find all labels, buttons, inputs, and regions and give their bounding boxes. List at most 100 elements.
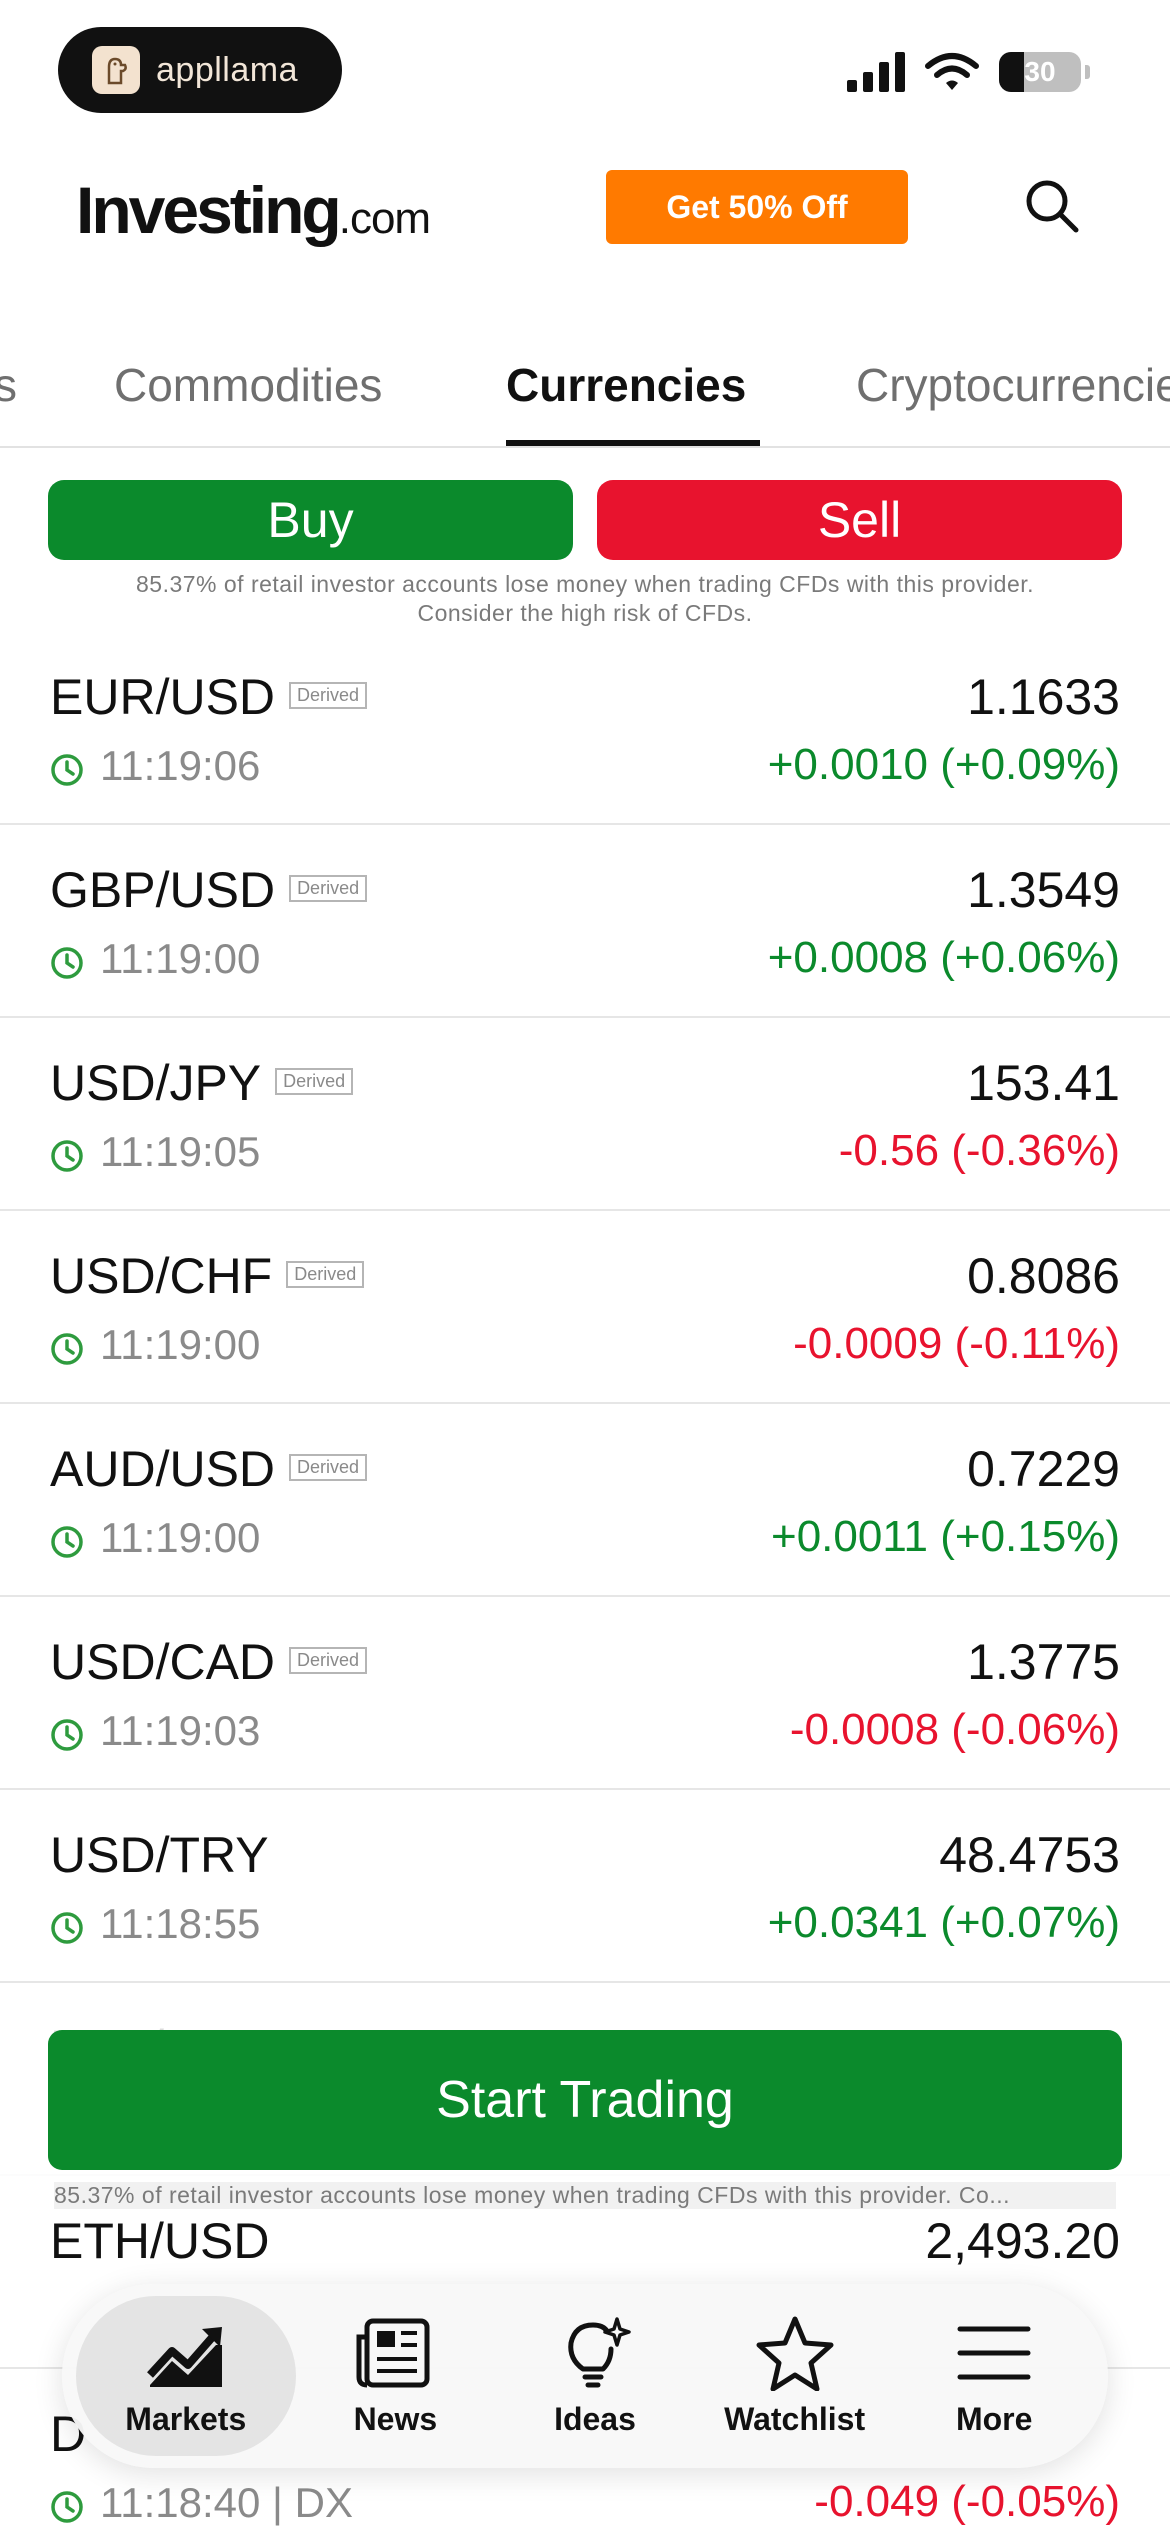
- quote-symbol: USD/CAD Derived: [50, 1633, 368, 1691]
- derived-badge: Derived: [275, 1068, 354, 1096]
- sell-button[interactable]: Sell: [597, 480, 1122, 560]
- markets-chart-icon: [146, 2326, 222, 2387]
- quote-time: 11:18:55: [50, 1900, 260, 1948]
- quote-price: 0.8086: [967, 1248, 1120, 1304]
- derived-badge: Derived: [289, 682, 368, 710]
- quote-time: 11:19:00: [50, 935, 260, 983]
- quote-time: 11:19:00: [50, 1514, 260, 1562]
- quote-price: 2,493.20: [925, 2213, 1120, 2269]
- quote-change: -0.0008 (-0.06%): [789, 1705, 1120, 1754]
- table-row[interactable]: USD/JPY Derived 11:19:05 153.41 -0.56 (-0.36…: [0, 1018, 1170, 1211]
- quote-time: 11:19:03: [50, 1707, 260, 1755]
- nav-watchlist[interactable]: Watchlist: [695, 2296, 895, 2456]
- llama-icon: [92, 46, 140, 94]
- table-row[interactable]: USD/CHF Derived 11:19:00 0.8086 -0.0009 (-0.…: [0, 1211, 1170, 1404]
- quote-change: +0.0008 (+0.06%): [767, 933, 1120, 982]
- quote-time-text: 11:19:06: [100, 742, 261, 789]
- star-icon: [756, 2316, 834, 2391]
- logo-suffix-text: .com: [338, 194, 431, 243]
- nav-ideas-label: Ideas: [554, 2400, 636, 2437]
- quote-time-text: 11:19:00: [100, 1514, 261, 1561]
- currency-quote-list: EUR/USD Derived 11:19:06 1.1633 +0.0010 (+0.…: [0, 632, 1170, 2532]
- quote-symbol: AUD/USD Derived: [50, 1440, 368, 1498]
- quote-change: +0.0341 (+0.07%): [767, 1898, 1120, 1947]
- active-tab-indicator: [506, 440, 760, 446]
- search-icon[interactable]: [1020, 174, 1084, 238]
- wifi-icon: [925, 53, 979, 90]
- quote-change: +0.0011 (+0.15%): [771, 1512, 1120, 1561]
- quote-price: 48.4753: [939, 1827, 1120, 1883]
- app-header: Investing.com Get 50% Off: [0, 160, 1170, 260]
- clock-icon: [50, 1714, 84, 1751]
- table-row[interactable]: EUR/USD Derived 11:19:06 1.1633 +0.0010 (+0.…: [0, 632, 1170, 825]
- lightbulb-icon: [568, 2316, 631, 2387]
- risk-disclaimer-line1: 85.37% of retail investor accounts lose …: [135, 571, 1035, 597]
- buy-button[interactable]: Buy: [48, 480, 573, 560]
- investing-logo[interactable]: Investing.com: [76, 172, 431, 248]
- risk-disclaimer: 85.37% of retail investor accounts lose …: [48, 570, 1122, 628]
- quote-symbol-text: USD/TRY: [50, 1827, 269, 1883]
- tab-commodities[interactable]: Commodities: [114, 358, 382, 412]
- quote-symbol: USD/JPY Derived: [50, 1054, 354, 1112]
- nav-markets[interactable]: Markets: [76, 2296, 296, 2456]
- quote-symbol-text: USD/CHF: [50, 1248, 273, 1304]
- quote-time-text: 11:18:40 | DX: [100, 2479, 353, 2526]
- derived-badge: Derived: [286, 1261, 365, 1289]
- table-row[interactable]: USD/TRY 11:18:55 48.4753 +0.0341 (+0.07%): [0, 1790, 1170, 1983]
- clock-icon: [50, 1135, 84, 1172]
- quote-symbol: USD/CHF Derived: [50, 1247, 365, 1305]
- nav-news[interactable]: News: [296, 2296, 496, 2456]
- quote-symbol: GBP/USD Derived: [50, 861, 368, 919]
- quote-time: 11:19:06: [50, 742, 260, 790]
- quote-symbol-text: EUR/USD: [50, 669, 276, 725]
- clock-icon: [50, 1521, 84, 1558]
- app-indicator-pill[interactable]: appllama: [58, 27, 342, 113]
- quote-time: 11:19:00: [50, 1321, 260, 1369]
- nav-more[interactable]: More: [894, 2296, 1094, 2456]
- quote-time-text: 11:19:00: [100, 935, 261, 982]
- quote-price: 153.41: [967, 1055, 1120, 1111]
- quote-symbol-text: GBP/USD: [50, 862, 276, 918]
- battery-level: 30: [1024, 56, 1056, 87]
- table-row[interactable]: GBP/USD Derived 11:19:00 1.3549 +0.0008 (+0.…: [0, 825, 1170, 1018]
- quote-change: -0.0009 (-0.11%): [793, 1319, 1120, 1368]
- table-row[interactable]: USD/CAD Derived 11:19:03 1.3775 -0.0008 (-0.…: [0, 1597, 1170, 1790]
- derived-badge: Derived: [289, 875, 368, 903]
- quote-symbol-text: ETH/USD: [50, 2213, 270, 2269]
- quote-symbol-text: AUD/USD: [50, 1441, 276, 1497]
- quote-symbol: USD/TRY: [50, 1826, 269, 1884]
- quote-change: -0.56 (-0.36%): [838, 1126, 1120, 1175]
- cellular-signal-icon: [847, 52, 905, 92]
- quote-symbol: ETH/USD: [50, 2212, 269, 2270]
- market-category-tabs: s Commodities Currencies Cryptocurrencie…: [0, 340, 1170, 448]
- quote-time-text: 11:19:03: [100, 1707, 261, 1754]
- quote-time-text: 11:19:05: [100, 1128, 261, 1175]
- clock-icon: [50, 2486, 84, 2523]
- tab-currencies[interactable]: Currencies: [506, 358, 746, 412]
- hamburger-menu-icon: [957, 2326, 1031, 2379]
- nav-markets-label: Markets: [125, 2400, 247, 2437]
- clock-icon: [50, 1328, 84, 1365]
- quote-symbol-text: USD/JPY: [50, 1055, 262, 1111]
- quote-time-text: 11:19:00: [100, 1321, 261, 1368]
- quote-change: -0.049 (-0.05%): [814, 2477, 1120, 2526]
- tab-previous[interactable]: s: [0, 358, 17, 412]
- clock-icon: [50, 749, 84, 786]
- app-name: appllama: [156, 50, 298, 89]
- quote-time-text: 11:18:55: [100, 1900, 261, 1947]
- start-trading-disclaimer: 85.37% of retail investor accounts lose …: [54, 2182, 1116, 2209]
- nav-ideas[interactable]: Ideas: [495, 2296, 695, 2456]
- start-trading-button[interactable]: Start Trading: [48, 2030, 1122, 2170]
- trade-buttons: Buy Sell: [48, 480, 1122, 560]
- derived-badge: Derived: [289, 1454, 368, 1482]
- quote-price: 1.3549: [967, 862, 1120, 918]
- clock-icon: [50, 942, 84, 979]
- derived-badge: Derived: [289, 1647, 368, 1675]
- quote-price: 0.7229: [967, 1441, 1120, 1497]
- promo-button[interactable]: Get 50% Off: [606, 170, 908, 244]
- clock-icon: [50, 1907, 84, 1944]
- nav-more-label: More: [955, 2400, 1033, 2437]
- tab-cryptocurrencies[interactable]: Cryptocurrencies: [856, 358, 1170, 412]
- quote-symbol-text: USD/CAD: [50, 1634, 276, 1690]
- table-row[interactable]: AUD/USD Derived 11:19:00 0.7229 +0.0011 (+0.…: [0, 1404, 1170, 1597]
